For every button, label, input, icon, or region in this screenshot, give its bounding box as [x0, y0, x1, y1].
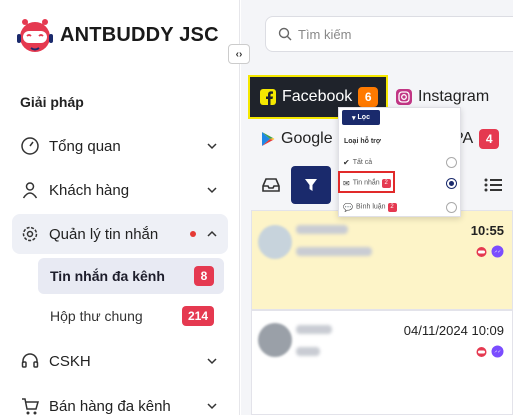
sidebar-item-overview[interactable]: Tổng quan — [12, 126, 228, 166]
sidebar-item-label: Tổng quan — [49, 137, 121, 155]
messenger-icon — [491, 345, 504, 358]
sidebar-item-message-management[interactable]: Quản lý tin nhắn — [12, 214, 228, 254]
conversation-time: 10:55 — [470, 223, 504, 238]
conversation-time: 04/11/2024 10:09 — [403, 323, 504, 338]
tab-label: Google — [281, 130, 333, 147]
google-play-icon — [262, 132, 275, 146]
filter-popup-button-label: Lọc — [357, 114, 370, 121]
radio-button[interactable] — [446, 177, 457, 189]
chevron-down-icon — [207, 143, 217, 150]
avatar — [258, 323, 292, 357]
messenger-icon — [491, 245, 504, 258]
app-root: ANTBUDDY JSC Giải pháp Tổng quan Khách h… — [0, 0, 513, 415]
radio-button[interactable] — [446, 156, 457, 168]
message-settings-icon — [20, 224, 40, 244]
collapse-sidebar-button[interactable]: ‹› — [228, 44, 250, 64]
filter-option-label: Tất cả — [352, 158, 373, 166]
filter-option-text: Bình luận — [355, 203, 386, 210]
filter-popup: ▾ Lọc Loại hỗ trợ ✔ Tất cả ✉ Tin nhắn 2 💬… — [338, 107, 461, 217]
redacted-preview — [296, 247, 372, 256]
sidebar-subitem-label: Tin nhắn đa kênh — [50, 268, 165, 284]
radio-button[interactable] — [446, 201, 457, 213]
channel-icons — [475, 245, 504, 258]
sidebar-item-cskh[interactable]: CSKH — [12, 341, 228, 381]
sidebar-item-label: Bán hàng đa kênh — [49, 397, 171, 415]
brand[interactable]: ANTBUDDY JSC — [14, 10, 219, 60]
cart-icon — [20, 396, 40, 415]
antbuddy-icon — [476, 347, 487, 357]
channel-icons — [475, 345, 504, 358]
chevron-down-icon — [207, 358, 217, 365]
search-input[interactable]: Tìm kiếm — [265, 16, 513, 52]
filter-popup-button[interactable]: ▾ Lọc — [342, 110, 380, 125]
gauge-icon — [20, 136, 40, 156]
unread-dot — [190, 231, 196, 237]
conversation-item[interactable]: 10:55 — [251, 210, 513, 310]
search-placeholder: Tìm kiếm — [298, 26, 352, 42]
redacted-name — [296, 225, 348, 234]
facebook-icon — [260, 89, 276, 105]
list-view-button[interactable] — [473, 166, 513, 204]
tab-label: Instagram — [418, 88, 490, 105]
sidebar-subitem-shared-inbox[interactable]: Hộp thư chung 214 — [38, 298, 224, 334]
sidebar-subitem-label: Hộp thư chung — [50, 308, 143, 324]
sidebar-subitem-omnichannel-messages[interactable]: Tin nhắn đa kênh 8 — [38, 258, 224, 294]
redacted-preview — [296, 347, 320, 356]
conversation-list: 10:55 04/11/2024 10:09 — [251, 210, 513, 415]
filter-option-label: Bình luận 2 — [355, 202, 446, 212]
tab-label: Facebook — [282, 88, 353, 105]
filter-icon — [305, 179, 317, 191]
count-badge: 8 — [194, 266, 214, 286]
avatar — [258, 225, 292, 259]
instagram-icon — [396, 89, 412, 105]
user-icon — [20, 180, 40, 200]
filter-button[interactable] — [291, 166, 331, 204]
list-icon — [484, 178, 502, 192]
filter-option-comments[interactable]: 💬 Bình luận 2 — [343, 199, 457, 215]
inbox-button[interactable] — [251, 166, 291, 204]
filter-option-all[interactable]: ✔ Tất cả — [343, 154, 457, 170]
check-icon: ✔ — [343, 157, 350, 167]
filter-icon: ▾ — [352, 114, 356, 122]
sidebar-item-label: Khách hàng — [49, 181, 130, 199]
sidebar-item-omnichannel-sales[interactable]: Bán hàng đa kênh — [12, 386, 228, 415]
count-badge: 4 — [479, 129, 500, 149]
search-icon — [278, 27, 292, 41]
antbuddy-icon — [476, 247, 487, 257]
section-title: Giải pháp — [20, 94, 84, 110]
antbuddy-logo-icon — [14, 14, 56, 56]
chevron-down-icon — [207, 187, 217, 194]
sidebar-item-label: Quản lý tin nhắn — [49, 225, 159, 243]
highlight-box — [338, 171, 395, 193]
headset-icon — [20, 351, 40, 371]
redacted-name — [296, 325, 332, 334]
count-badge: 214 — [181, 306, 214, 326]
filter-popup-title: Loại hỗ trợ — [344, 138, 381, 145]
brand-name: ANTBUDDY JSC — [60, 23, 219, 46]
conversation-item[interactable]: 04/11/2024 10:09 — [251, 310, 513, 415]
sidebar-item-customers[interactable]: Khách hàng — [12, 170, 228, 210]
sidebar: ANTBUDDY JSC Giải pháp Tổng quan Khách h… — [0, 0, 240, 415]
sidebar-item-label: CSKH — [49, 352, 91, 370]
chevron-up-icon — [207, 230, 217, 237]
count-badge: 2 — [387, 202, 397, 212]
chevron-down-icon — [207, 403, 217, 410]
count-badge: 6 — [358, 87, 379, 107]
inbox-icon — [262, 178, 280, 192]
comment-icon: 💬 — [343, 202, 353, 212]
tab-zalo-oa[interactable]: PA 4 — [453, 119, 513, 159]
